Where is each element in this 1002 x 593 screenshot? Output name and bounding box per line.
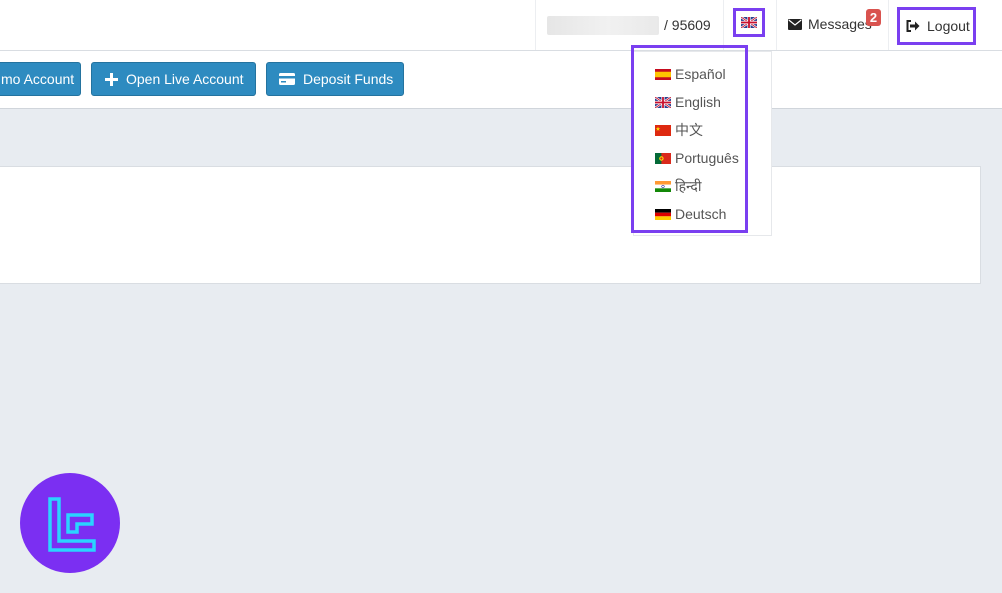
- language-option-label: English: [675, 94, 721, 110]
- logo-mark-icon: [48, 497, 96, 552]
- account-id: / 95609: [664, 17, 711, 33]
- language-option-label: हिन्दी: [675, 177, 702, 194]
- open-demo-account-button[interactable]: mo Account: [0, 62, 81, 96]
- china-flag-icon: [655, 124, 671, 136]
- open-live-account-button[interactable]: Open Live Account: [91, 62, 256, 96]
- plus-icon: [105, 72, 118, 86]
- open-demo-account-label: mo Account: [1, 71, 75, 87]
- language-option-espanol[interactable]: Español: [655, 64, 726, 84]
- credit-card-icon: [279, 73, 295, 85]
- navbar-divider: [723, 0, 724, 50]
- sign-out-icon: [906, 20, 920, 32]
- content-panel: [0, 166, 981, 284]
- navbar-divider: [776, 0, 777, 50]
- logout-label: Logout: [927, 18, 970, 34]
- navbar-divider: [888, 0, 889, 50]
- germany-flag-icon: [655, 208, 671, 220]
- deposit-funds-button[interactable]: Deposit Funds: [266, 62, 404, 96]
- language-option-label: Português: [675, 150, 739, 166]
- envelope-icon: [788, 18, 802, 30]
- uk-flag-icon: [655, 96, 671, 108]
- navbar-divider: [535, 0, 536, 50]
- open-live-account-label: Open Live Account: [126, 71, 244, 87]
- spain-flag-icon: [655, 68, 671, 80]
- india-flag-icon: [655, 180, 671, 192]
- language-selector-button[interactable]: [733, 8, 765, 37]
- messages-button[interactable]: Messages: [788, 16, 872, 32]
- portugal-flag-icon: [655, 152, 671, 164]
- deposit-funds-label: Deposit Funds: [303, 71, 394, 87]
- language-option-label: Español: [675, 66, 726, 82]
- language-option-label: 中文: [675, 122, 703, 138]
- account-name-redacted: [547, 16, 659, 35]
- language-option-chinese[interactable]: 中文: [655, 120, 703, 140]
- messages-count-badge: 2: [866, 9, 881, 26]
- language-option-hindi[interactable]: हिन्दी: [655, 176, 701, 196]
- language-option-english[interactable]: English: [655, 92, 721, 112]
- action-bar: mo Account Open Live Account Deposit Fun…: [0, 51, 1002, 109]
- brand-logo: [20, 473, 120, 573]
- logout-button[interactable]: Logout: [897, 7, 976, 45]
- top-navbar: / 95609 Messages 2 Logout: [0, 0, 1002, 51]
- language-option-label: Deutsch: [675, 206, 727, 222]
- language-option-deutsch[interactable]: Deutsch: [655, 204, 726, 224]
- language-option-portugues[interactable]: Português: [655, 148, 739, 168]
- uk-flag-icon: [741, 17, 757, 28]
- messages-label: Messages: [808, 16, 872, 32]
